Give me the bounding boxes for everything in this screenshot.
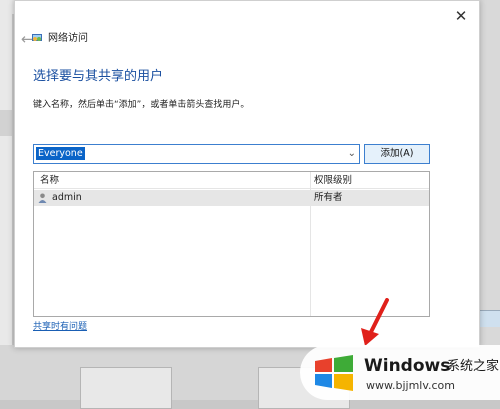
watermark-brand: Windows bbox=[364, 356, 451, 376]
background-window-left bbox=[0, 0, 12, 400]
combobox-selected-text: Everyone bbox=[36, 147, 85, 160]
user-icon bbox=[38, 193, 47, 203]
close-icon[interactable]: ✕ bbox=[451, 6, 471, 26]
chevron-down-icon[interactable]: ⌄ bbox=[348, 146, 356, 162]
instruction-text: 键入名称，然后单击“添加”，或者单击箭头查找用户。 bbox=[33, 100, 250, 110]
column-header-name[interactable]: 名称 bbox=[40, 174, 59, 188]
page-heading: 选择要与其共享的用户 bbox=[33, 69, 164, 84]
red-arrow-annotation bbox=[361, 298, 389, 346]
header-divider bbox=[34, 188, 429, 189]
add-button[interactable]: 添加(A) bbox=[364, 144, 430, 164]
permission-level[interactable]: 所有者 bbox=[314, 190, 343, 206]
user-permission-list[interactable]: 名称 权限级别 admin 所有者 bbox=[33, 171, 430, 317]
background-taskbar-strip bbox=[478, 310, 500, 327]
table-row[interactable]: admin 所有者 bbox=[34, 190, 429, 206]
user-name-combobox[interactable]: Everyone ⌄ bbox=[33, 144, 360, 164]
windows-logo-icon bbox=[315, 355, 353, 391]
background-window-right bbox=[478, 0, 500, 400]
user-name: admin bbox=[52, 192, 82, 203]
network-share-icon bbox=[32, 34, 42, 41]
network-access-dialog: ✕ ← 网络访问 选择要与其共享的用户 键入名称，然后单击“添加”，或者单击箭头… bbox=[14, 0, 480, 348]
watermark-badge: Windows 系统之家 www.bjjmlv.com bbox=[300, 345, 500, 400]
window-title: 网络访问 bbox=[48, 33, 88, 44]
sharing-help-link[interactable]: 共享时有问题 bbox=[33, 321, 87, 333]
watermark-url: www.bjjmlv.com bbox=[366, 379, 455, 392]
background-strip bbox=[0, 110, 12, 136]
column-header-permission[interactable]: 权限级别 bbox=[314, 174, 352, 188]
background-button bbox=[80, 367, 172, 409]
watermark-brand-cn: 系统之家 bbox=[447, 359, 500, 374]
